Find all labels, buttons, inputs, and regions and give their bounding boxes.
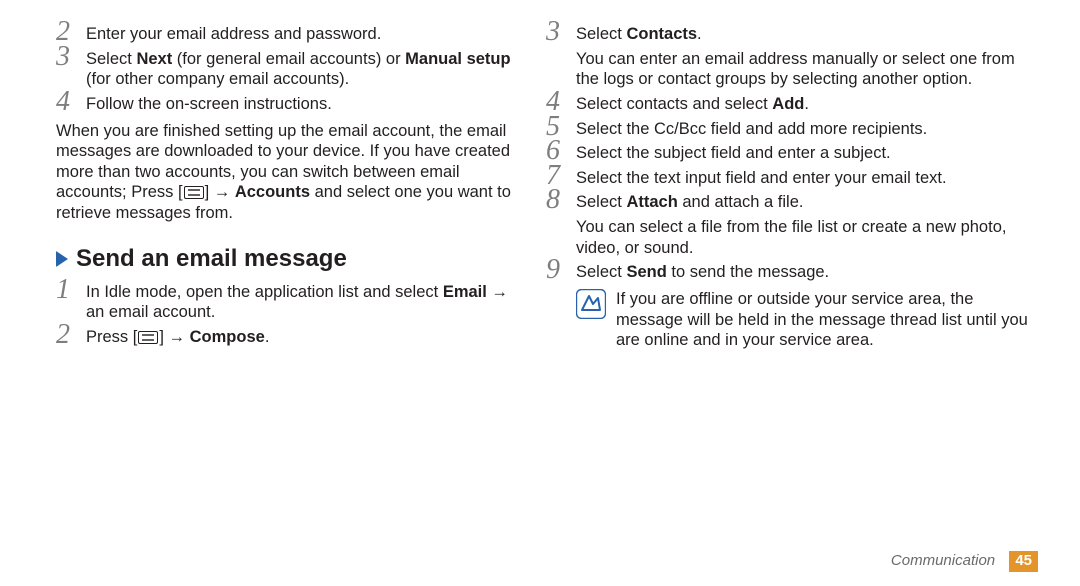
step-number: 4 [56, 88, 82, 116]
step-number: 2 [56, 321, 82, 349]
step-text: Select Send to send the message. [576, 263, 829, 281]
step-text: Select Contacts. [576, 25, 702, 43]
steps-group-send: 1In Idle mode, open the application list… [56, 282, 520, 348]
step-item: 6Select the subject field and enter a su… [546, 143, 1036, 164]
step-subtext: You can select a file from the file list… [546, 217, 1036, 258]
step-text: Select contacts and select Add. [576, 95, 809, 113]
step-text: Select the Cc/Bcc field and add more rec… [576, 120, 927, 138]
page-number: 45 [1009, 551, 1038, 572]
step-number: 3 [546, 18, 572, 46]
step-item: 2Enter your email address and password. [56, 24, 520, 45]
paragraph-account-switch: When you are finished setting up the ema… [56, 121, 520, 224]
page-footer: Communication 45 [891, 551, 1038, 572]
note-icon [576, 289, 606, 319]
step-text: Enter your email address and password. [86, 25, 381, 43]
chapter-name: Communication [891, 552, 995, 569]
step-item: 3Select Contacts. [546, 24, 1036, 45]
step-item: 9Select Send to send the message. [546, 262, 1036, 283]
step-item: 8Select Attach and attach a file. [546, 192, 1036, 213]
column-right: 3Select Contacts. You can enter an email … [546, 20, 1036, 564]
step-item: 4Follow the on-screen instructions. [56, 94, 520, 115]
step-text: Press [] → Compose. [86, 328, 269, 346]
note-offline: If you are offline or outside your servi… [546, 289, 1036, 351]
step-number: 1 [56, 276, 82, 304]
step-item: 3Select Next (for general email accounts… [56, 49, 520, 90]
step-number: 8 [546, 186, 572, 214]
step-text: Select the subject field and enter a sub… [576, 144, 891, 162]
steps-group-send-cont: 3Select Contacts. You can enter an email … [546, 24, 1036, 283]
step-text: Select the text input field and enter yo… [576, 169, 947, 187]
note-text: If you are offline or outside your servi… [616, 289, 1036, 351]
step-item: 5Select the Cc/Bcc field and add more re… [546, 119, 1036, 140]
column-left: 2Enter your email address and password.3… [56, 20, 546, 564]
heading-send-email: Send an email message [56, 244, 520, 274]
menu-key-icon [183, 186, 205, 199]
step-item: 4Select contacts and select Add. [546, 94, 1036, 115]
step-number: 9 [546, 256, 572, 284]
step-text: Select Next (for general email accounts)… [86, 50, 511, 89]
heading-text: Send an email message [76, 244, 347, 274]
step-text: In Idle mode, open the application list … [86, 283, 508, 322]
manual-page: 2Enter your email address and password.3… [0, 0, 1080, 586]
steps-group-setup: 2Enter your email address and password.3… [56, 24, 520, 115]
step-number: 3 [56, 43, 82, 71]
chevron-right-icon [56, 251, 68, 267]
step-item: 2Press [] → Compose. [56, 327, 520, 348]
menu-key-icon [137, 331, 159, 344]
step-item: 1In Idle mode, open the application list… [56, 282, 520, 323]
step-text: Select Attach and attach a file. [576, 193, 803, 211]
step-subtext: You can enter an email address manually … [546, 49, 1036, 90]
step-text: Follow the on-screen instructions. [86, 95, 332, 113]
step-item: 7Select the text input field and enter y… [546, 168, 1036, 189]
